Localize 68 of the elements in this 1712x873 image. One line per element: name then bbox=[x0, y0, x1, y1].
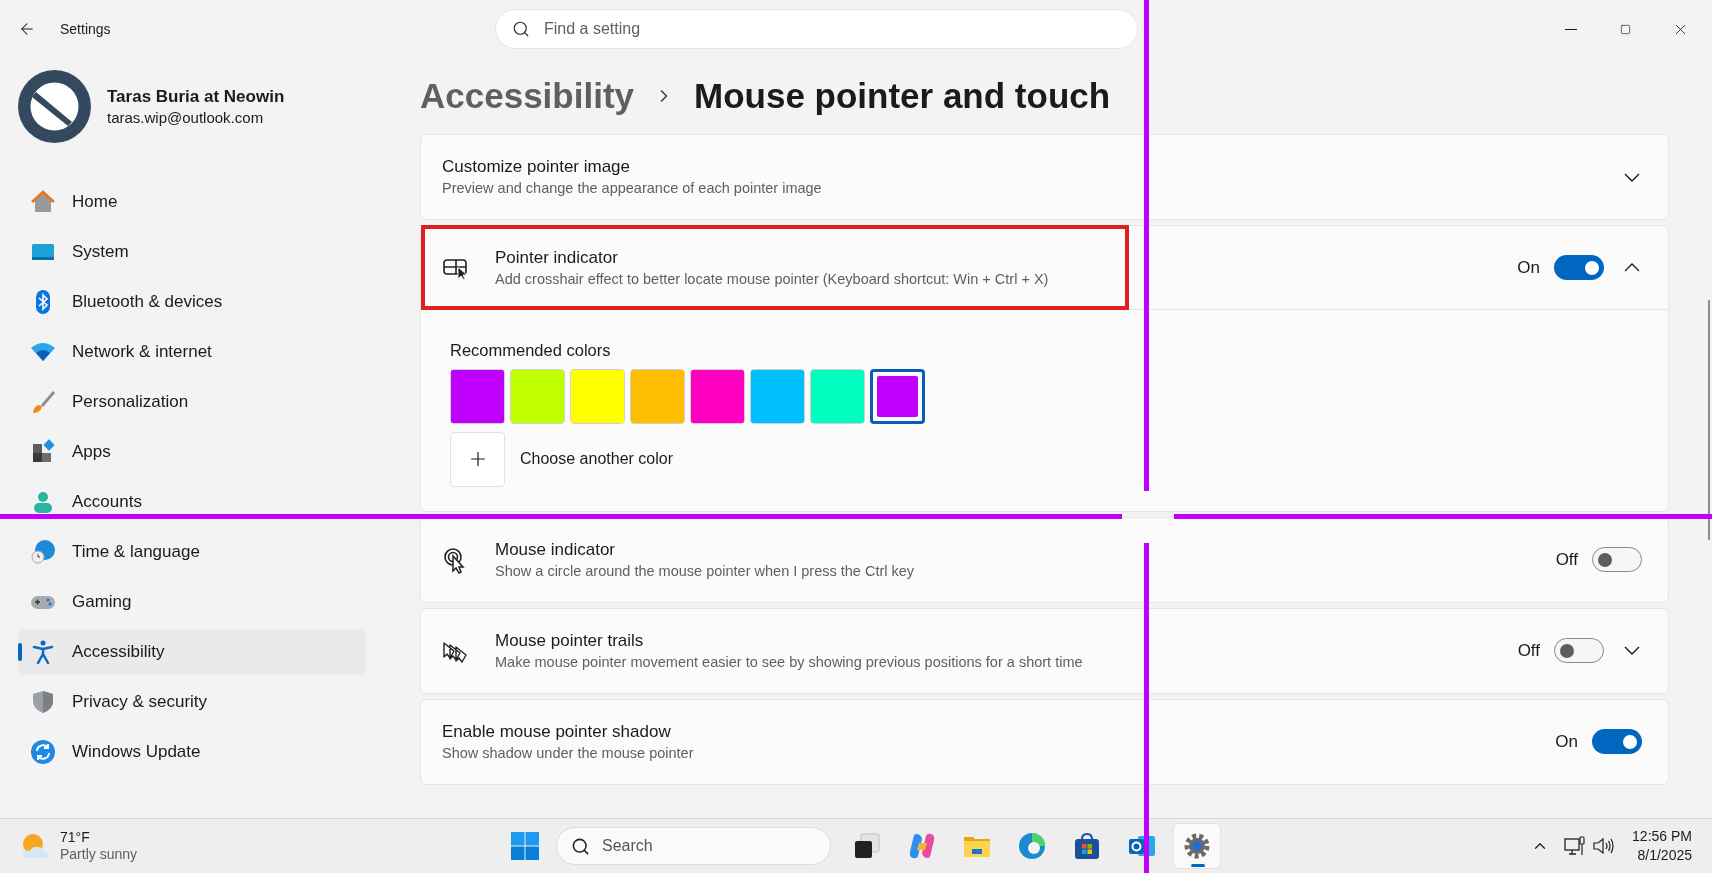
setting-title: Pointer indicator bbox=[495, 246, 619, 269]
search-icon bbox=[512, 20, 530, 38]
nav-item[interactable]: Accessibility bbox=[18, 629, 366, 675]
apps-icon bbox=[30, 439, 56, 465]
chevron-up-icon bbox=[1624, 263, 1640, 272]
nav-item[interactable]: System bbox=[18, 229, 366, 275]
weather-icon bbox=[20, 832, 50, 860]
volume-icon bbox=[1592, 835, 1615, 857]
toggle-switch[interactable] bbox=[1554, 638, 1604, 664]
nav-item[interactable]: Privacy & security bbox=[18, 679, 366, 725]
color-swatch[interactable] bbox=[870, 368, 925, 424]
network-icon bbox=[1564, 835, 1587, 857]
setting-title: Mouse indicator bbox=[495, 538, 616, 561]
toggle-switch[interactable] bbox=[1592, 729, 1642, 755]
toggle-switch[interactable] bbox=[1554, 255, 1604, 280]
minimize-icon bbox=[1564, 28, 1577, 30]
nav-item[interactable]: Personalization bbox=[18, 379, 366, 425]
setting-title: Enable mouse pointer shadow bbox=[442, 720, 672, 743]
breadcrumb-parent[interactable]: Accessibility bbox=[420, 69, 634, 123]
add-color-button[interactable] bbox=[450, 431, 505, 487]
browser-icon bbox=[1017, 831, 1047, 861]
clock-time: 12:56 PM bbox=[1632, 827, 1692, 846]
panel-heading: Recommended colors bbox=[450, 340, 612, 361]
toggle-state-label: On bbox=[1517, 256, 1540, 279]
profile-name: Taras Buria at Neowin bbox=[107, 85, 285, 108]
chevron-down-icon bbox=[1624, 172, 1640, 182]
setting-description: Show a circle around the mouse pointer when I press the Ctrl key bbox=[495, 561, 915, 581]
nav-item[interactable]: Apps bbox=[18, 429, 366, 475]
toggle-state-label: Off bbox=[1517, 640, 1540, 662]
nav-item[interactable]: Windows Update bbox=[18, 729, 366, 775]
brush-icon bbox=[30, 389, 56, 415]
scrollbar-thumb[interactable] bbox=[1708, 300, 1710, 540]
setting-description: Preview and change the appearance of each pointer image bbox=[442, 179, 822, 198]
store-icon bbox=[1072, 831, 1102, 861]
maximize-icon bbox=[1620, 23, 1631, 35]
page-title: Mouse pointer and touch bbox=[694, 74, 1111, 117]
setting-description: Add crosshair effect to better locate mouse pointer (Keyboard shortcut: Win + Ctrl + X) bbox=[495, 269, 1049, 289]
nav-item[interactable]: Gaming bbox=[18, 579, 366, 625]
globe-clock-icon bbox=[30, 539, 56, 565]
settings-icon bbox=[1182, 831, 1212, 861]
setting-title: Mouse pointer trails bbox=[495, 629, 645, 652]
nav-item[interactable]: Home bbox=[18, 179, 366, 225]
task-view-icon bbox=[852, 831, 882, 861]
update-icon bbox=[30, 739, 56, 765]
chevron-down-icon bbox=[1624, 646, 1640, 656]
settings-search-field[interactable]: Find a setting bbox=[495, 9, 1138, 49]
nav-item[interactable]: Accounts bbox=[18, 479, 366, 525]
shield-icon bbox=[30, 689, 56, 715]
nav-item[interactable]: Network & internet bbox=[18, 329, 366, 375]
copilot-icon bbox=[907, 831, 937, 861]
weather-condition: Partly sunny bbox=[60, 846, 138, 863]
choose-color-label[interactable]: Choose another color bbox=[520, 447, 673, 472]
window-title: Settings bbox=[60, 19, 112, 39]
toggle-state-label: Off bbox=[1555, 549, 1578, 571]
home-icon bbox=[30, 189, 56, 215]
search-icon bbox=[571, 836, 590, 856]
nav-item[interactable]: Time & language bbox=[18, 529, 366, 575]
setting-title: Customize pointer image bbox=[442, 156, 632, 178]
nav-item[interactable]: Bluetooth & devices bbox=[18, 279, 366, 325]
setting-description: Make mouse pointer movement easier to see by showing previous positions for a short time bbox=[495, 652, 1083, 672]
accessibility-icon bbox=[30, 639, 56, 665]
weather-temperature: 71°F bbox=[60, 829, 91, 846]
toggle-switch[interactable] bbox=[1592, 547, 1642, 573]
profile-email: taras.wip@outlook.com bbox=[107, 107, 265, 128]
taskbar-search-field[interactable]: Search bbox=[556, 827, 831, 865]
setting-description: Show shadow under the mouse pointer bbox=[442, 743, 694, 763]
toggle-state-label: On bbox=[1555, 731, 1578, 753]
clock-date: 8/1/2025 bbox=[1637, 846, 1692, 865]
